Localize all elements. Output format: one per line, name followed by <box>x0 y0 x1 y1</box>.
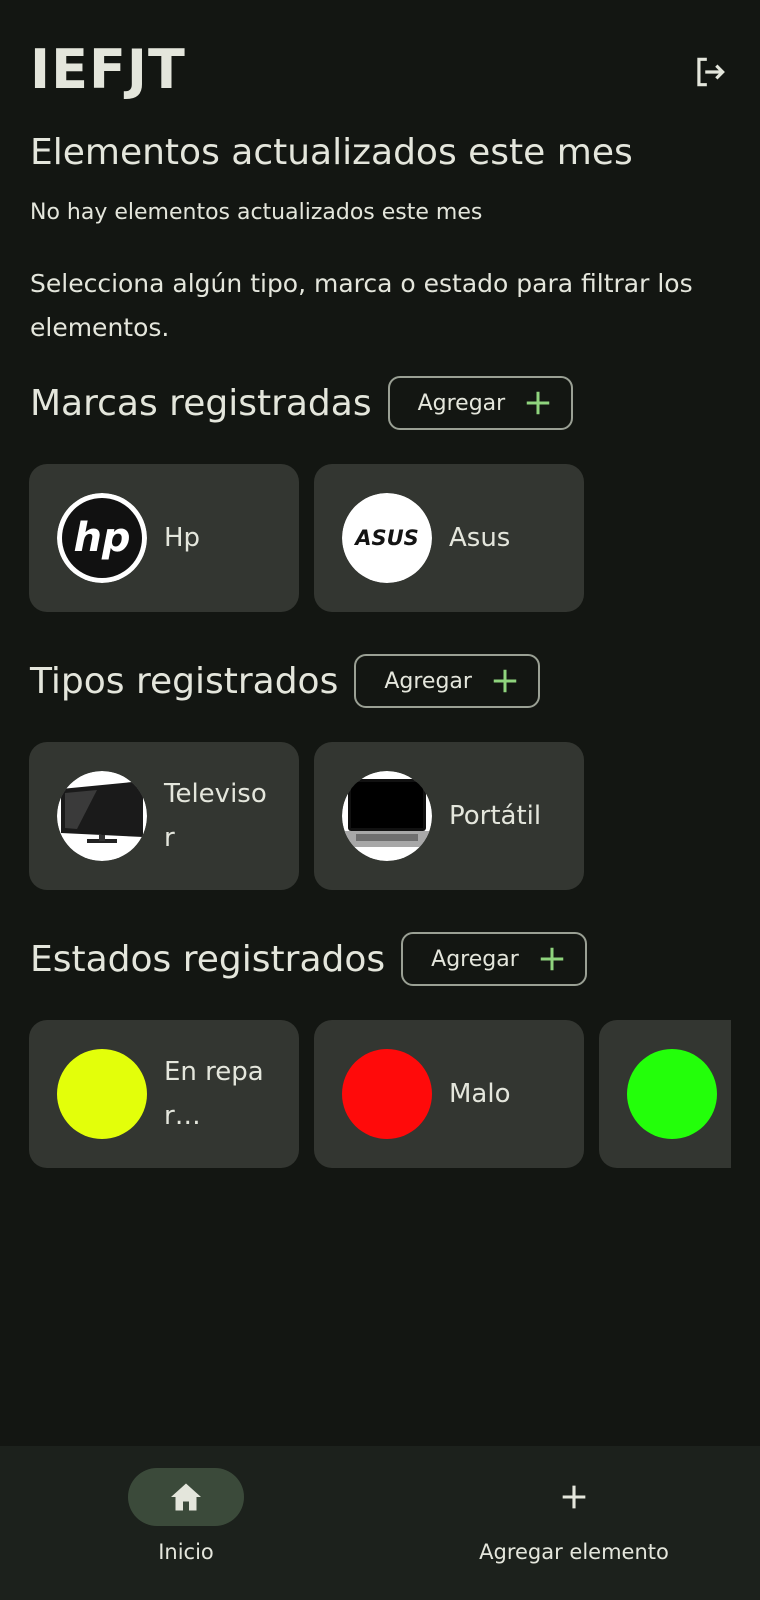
state-card[interactable]: En repar… <box>29 1020 299 1168</box>
state-card[interactable]: Malo <box>314 1020 584 1168</box>
state-name: En repar… <box>164 1057 264 1131</box>
bottom-navigation: Inicio Agregar elemento <box>0 1446 760 1600</box>
state-color-dot <box>342 1049 432 1139</box>
nav-item-add-element[interactable]: Agregar elemento <box>474 1446 674 1600</box>
brand-name: Hp <box>164 523 201 553</box>
states-heading: Estados registrados <box>30 938 386 980</box>
nav-item-home[interactable]: Inicio <box>126 1446 246 1600</box>
filter-hint: Selecciona algún tipo, marca o estado pa… <box>30 269 693 342</box>
states-header: Estados registrados Agregar <box>30 932 587 986</box>
app-title: IEFJT <box>30 38 186 101</box>
hp-logo: hp <box>57 493 147 583</box>
updated-empty-message: No hay elementos actualizados este mes <box>30 200 483 225</box>
add-state-button[interactable]: Agregar <box>401 932 587 986</box>
state-name: Malo <box>449 1079 511 1109</box>
asus-logo-text: ASUS <box>353 526 419 550</box>
nav-active-indicator <box>128 1468 244 1526</box>
brand-name: Asus <box>449 523 511 553</box>
add-state-label: Agregar <box>431 946 519 972</box>
brands-heading: Marcas registradas <box>30 382 372 424</box>
brands-list: hp Hp ASUS Asus <box>29 464 731 612</box>
updated-heading: Elementos actualizados este mes <box>30 132 633 173</box>
logout-icon <box>697 57 725 87</box>
add-brand-label: Agregar <box>417 390 506 416</box>
type-card-television[interactable]: Televisor <box>29 742 299 890</box>
type-name: Televisor <box>164 779 267 853</box>
plus-icon <box>562 1485 586 1509</box>
brands-header: Marcas registradas Agregar <box>30 376 574 430</box>
hp-logo-text: hp <box>73 515 130 561</box>
nav-label-home: Inicio <box>158 1540 214 1564</box>
brand-card-asus[interactable]: ASUS Asus <box>314 464 584 612</box>
brand-card-hp[interactable]: hp Hp <box>29 464 299 612</box>
add-brand-button[interactable]: Agregar <box>387 376 574 430</box>
asus-logo: ASUS <box>342 493 432 583</box>
type-card-laptop[interactable]: Portátil <box>314 742 584 890</box>
plus-icon <box>526 391 550 415</box>
types-list: Televisor Portátil <box>29 742 731 890</box>
state-card[interactable] <box>599 1020 731 1168</box>
home-icon <box>171 1483 201 1511</box>
types-heading: Tipos registrados <box>30 660 339 702</box>
states-list: En repar… Malo <box>29 1020 731 1168</box>
state-color-dot <box>627 1049 717 1139</box>
plus-icon <box>540 947 563 971</box>
type-name: Portátil <box>449 801 542 831</box>
add-type-button[interactable]: Agregar <box>354 654 540 708</box>
add-type-label: Agregar <box>384 668 472 694</box>
laptop-image <box>342 771 432 861</box>
types-header: Tipos registrados Agregar <box>30 654 540 708</box>
state-color-dot <box>57 1049 147 1139</box>
television-image <box>57 771 147 861</box>
nav-icon-container <box>516 1468 632 1526</box>
nav-label-add-element: Agregar elemento <box>479 1540 669 1564</box>
plus-icon <box>493 669 517 693</box>
logout-button[interactable] <box>690 52 730 92</box>
